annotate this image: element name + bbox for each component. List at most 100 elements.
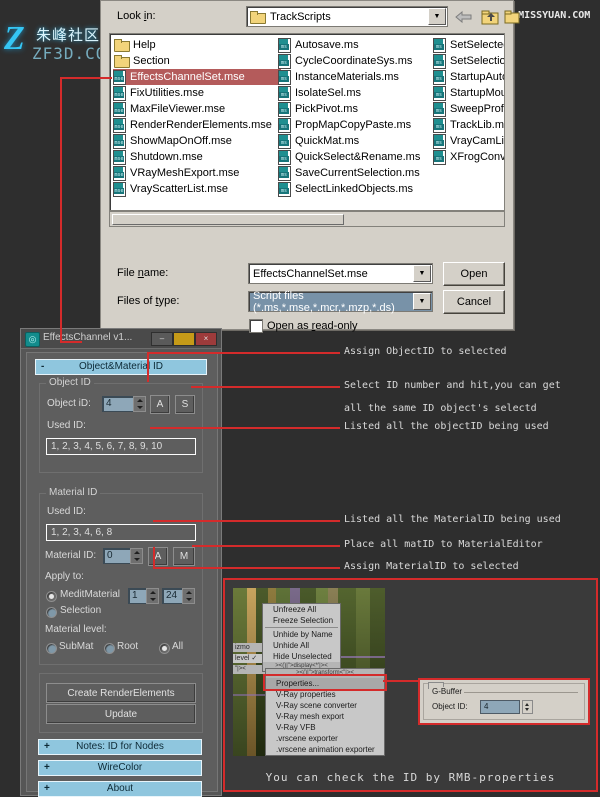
file-list-item[interactable]: ms Autosave.ms bbox=[278, 37, 438, 53]
file-list-item-label: StartupAuto bbox=[450, 71, 505, 83]
rollout-wirecolor-label: WireColor bbox=[97, 762, 143, 773]
file-list-item[interactable]: ms XFrogConve bbox=[433, 149, 504, 165]
place-material-editor-button[interactable]: M bbox=[173, 547, 195, 566]
menu-item-unhide-by-name[interactable]: Unhide by Name bbox=[263, 629, 340, 640]
file-list[interactable]: Help Section mse EffectsChannelSet.mse mse Fi… bbox=[109, 33, 505, 211]
create-render-elements-button[interactable]: Create RenderElements bbox=[46, 683, 196, 703]
update-button[interactable]: Update bbox=[46, 704, 196, 724]
material-id-spinner-field[interactable]: 0 bbox=[103, 548, 131, 564]
file-list-item[interactable]: mse VRayMeshExport.mse bbox=[113, 165, 281, 181]
menu-item-unhide-all[interactable]: Unhide All bbox=[263, 640, 340, 651]
file-list-item[interactable]: ms StartupAuto bbox=[433, 69, 505, 85]
back-arrow-icon[interactable] bbox=[453, 7, 475, 27]
gbuffer-object-id-stepper[interactable] bbox=[522, 700, 533, 714]
material-id-group: Material ID Used ID: 1, 2, 3, 4, 6, 8 Ma… bbox=[39, 487, 203, 665]
file-list-item[interactable]: mse EffectsChannelSet.mse bbox=[113, 69, 281, 85]
new-folder-icon[interactable] bbox=[501, 7, 523, 27]
file-name-chevron-down-icon[interactable]: ▼ bbox=[413, 265, 431, 282]
effects-channel-window: ◎ EffectsChannel v1... – × - Object&Mate… bbox=[20, 328, 222, 797]
file-name-label: File name: bbox=[117, 267, 169, 279]
file-list-item[interactable]: mse VrayScatterList.mse bbox=[113, 181, 281, 197]
menu-item-vrscene-animation-exporter[interactable]: .vrscene animation exporter bbox=[266, 744, 384, 755]
material-id-stepper[interactable] bbox=[130, 548, 143, 564]
actions-group: Create RenderElements Update bbox=[39, 673, 203, 733]
file-list-item[interactable]: ms PropMapCopyPaste.ms bbox=[278, 117, 438, 133]
file-list-item[interactable]: ms SaveCurrentSelection.ms bbox=[278, 165, 438, 181]
file-list-item[interactable]: ms SweepProfil bbox=[433, 101, 504, 117]
menu-item-hide-unselected[interactable]: Hide Unselected bbox=[263, 651, 340, 662]
context-menu-display[interactable]: Unfreeze All Freeze Selection Unhide by … bbox=[262, 603, 341, 672]
radio-medit-material[interactable] bbox=[46, 591, 57, 602]
object-id-stepper[interactable] bbox=[133, 396, 146, 412]
file-list-item[interactable]: ms InstanceMaterials.ms bbox=[278, 69, 438, 85]
files-of-type-combobox[interactable]: Script files (*.ms,*.mse,*.mcr,*.mzp,*.d… bbox=[248, 290, 433, 314]
menu-item-vray-vfb[interactable]: V-Ray VFB bbox=[266, 722, 384, 733]
file-list-item[interactable]: mse ShowMapOnOff.mse bbox=[113, 133, 281, 149]
file-list-item[interactable]: ms SelectLinkedObjects.ms bbox=[278, 181, 438, 197]
scrollbar-thumb[interactable] bbox=[112, 214, 344, 225]
medit-from-stepper[interactable] bbox=[146, 588, 159, 604]
file-list-item[interactable]: ms QuickSelect&Rename.ms bbox=[278, 149, 438, 165]
file-list-item[interactable]: ms CycleCoordinateSys.ms bbox=[278, 53, 438, 69]
open-read-only-checkbox[interactable] bbox=[249, 319, 263, 333]
window-title-bar[interactable]: ◎ EffectsChannel v1... – × bbox=[21, 329, 221, 349]
look-in-combobox[interactable]: TrackScripts ▼ bbox=[246, 6, 448, 27]
file-list-item[interactable]: ms TrackLib.ms bbox=[433, 117, 504, 133]
file-list-item[interactable]: ms VrayCamLis bbox=[433, 133, 504, 149]
ms-file-icon: ms bbox=[278, 102, 291, 117]
file-list-item[interactable]: ms IsolateSel.ms bbox=[278, 85, 438, 101]
apply-to-label: Apply to: bbox=[45, 571, 84, 582]
radio-submat[interactable] bbox=[46, 643, 57, 654]
close-button[interactable]: × bbox=[195, 332, 217, 346]
medit-from-field[interactable]: 1 bbox=[128, 588, 147, 604]
rollout-notes-id-for-nodes[interactable]: + Notes: ID for Nodes bbox=[38, 739, 202, 755]
rollout-toggle-icon[interactable]: - bbox=[41, 360, 44, 373]
radio-root-label: Root bbox=[117, 641, 139, 652]
menu-item-vrscene-exporter[interactable]: .vrscene exporter bbox=[266, 733, 384, 744]
menu-item-vray-scene-converter[interactable]: V-Ray scene converter bbox=[266, 700, 384, 711]
file-list-item[interactable]: mse RenderRenderElements.mse bbox=[113, 117, 281, 133]
minimize-button[interactable]: – bbox=[151, 332, 173, 346]
file-list-item[interactable]: ms QuickMat.ms bbox=[278, 133, 438, 149]
file-list-item[interactable]: ms SetSelection bbox=[433, 53, 504, 69]
radio-selection[interactable] bbox=[46, 607, 57, 618]
radio-selection-label: Selection bbox=[60, 605, 102, 616]
radio-root[interactable] bbox=[104, 643, 115, 654]
file-list-horizontal-scrollbar[interactable] bbox=[109, 211, 505, 227]
files-of-type-chevron-down-icon[interactable]: ▼ bbox=[413, 293, 431, 310]
menu-item-freeze-selection[interactable]: Freeze Selection bbox=[263, 615, 340, 626]
file-list-item[interactable]: Help bbox=[113, 37, 281, 53]
rollout-wirecolor[interactable]: + WireColor bbox=[38, 760, 202, 776]
chevron-down-icon[interactable]: ▼ bbox=[428, 8, 446, 25]
object-id-spinner-field[interactable]: 4 bbox=[102, 396, 134, 412]
file-list-item[interactable]: ms StartupMous bbox=[433, 85, 504, 101]
file-list-item[interactable]: Section bbox=[113, 53, 281, 69]
menu-item-unfreeze-all[interactable]: Unfreeze All bbox=[263, 604, 340, 615]
callout-line-properties-gbuffer bbox=[383, 680, 418, 682]
rollout-wirecolor-toggle-icon[interactable]: + bbox=[44, 761, 50, 774]
medit-to-field[interactable]: 24 bbox=[162, 588, 183, 604]
radio-all[interactable] bbox=[159, 643, 170, 654]
file-list-item[interactable]: mse FixUtilities.mse bbox=[113, 85, 281, 101]
rollout-notes-toggle-icon[interactable]: + bbox=[44, 740, 50, 753]
file-list-item[interactable]: ms SetSelected bbox=[433, 37, 504, 53]
file-list-item[interactable]: mse MaxFileViewer.mse bbox=[113, 101, 281, 117]
assign-object-id-button[interactable]: A bbox=[150, 395, 170, 414]
gbuffer-object-id-field[interactable]: 4 bbox=[480, 700, 520, 714]
rollout-about-toggle-icon[interactable]: + bbox=[44, 782, 50, 795]
up-folder-icon[interactable] bbox=[479, 7, 501, 27]
open-button[interactable]: Open bbox=[443, 262, 505, 286]
select-by-object-id-button[interactable]: S bbox=[175, 395, 195, 414]
maximize-button[interactable] bbox=[173, 332, 195, 346]
menu-item-vray-mesh-export[interactable]: V-Ray mesh export bbox=[266, 711, 384, 722]
file-list-item-label: XFrogConve bbox=[450, 151, 504, 163]
ms-file-icon: ms bbox=[433, 150, 446, 165]
assign-material-id-button[interactable]: A bbox=[148, 547, 168, 566]
rollout-object-material-id[interactable]: - Object&Material ID bbox=[35, 359, 207, 375]
file-name-input[interactable]: EffectsChannelSet.mse ▼ bbox=[248, 263, 433, 284]
rollout-about[interactable]: + About bbox=[38, 781, 202, 797]
file-list-item[interactable]: mse Shutdown.mse bbox=[113, 149, 281, 165]
cancel-button[interactable]: Cancel bbox=[443, 290, 505, 314]
medit-to-stepper[interactable] bbox=[182, 588, 195, 604]
file-list-item[interactable]: ms PickPivot.ms bbox=[278, 101, 438, 117]
